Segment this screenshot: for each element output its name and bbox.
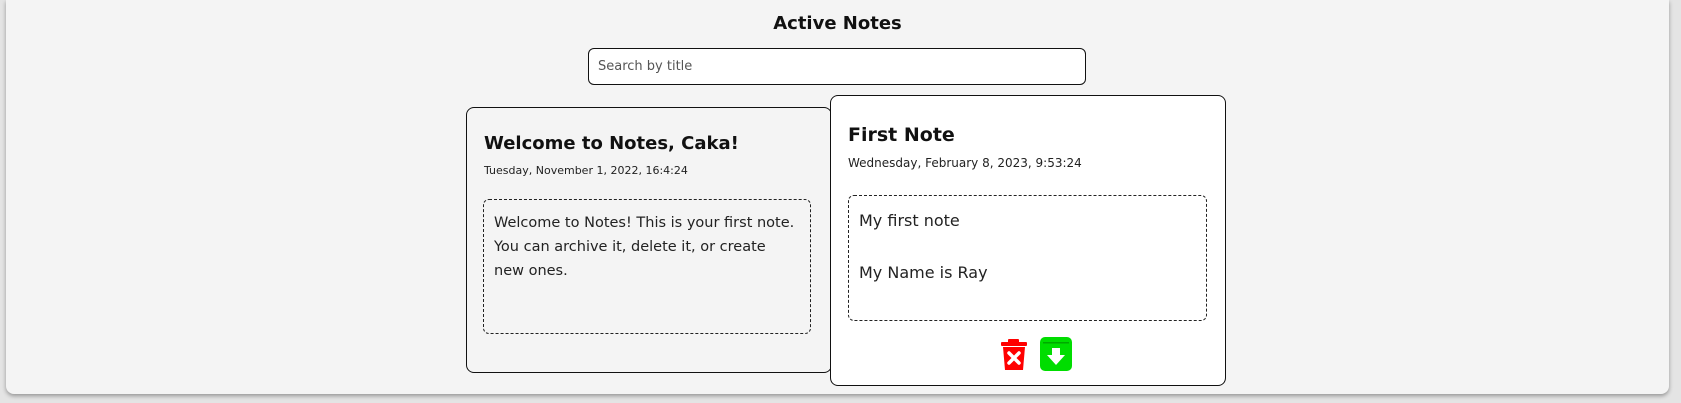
page-title: Active Notes	[773, 13, 902, 34]
note-body-line	[859, 234, 1196, 260]
app-container: Active Notes Welcome to Notes, Caka! Tue…	[6, 0, 1669, 394]
note-title: First Note	[848, 124, 955, 146]
archive-download-icon	[1040, 337, 1072, 371]
delete-button[interactable]	[996, 336, 1032, 372]
note-body: My first note My Name is Ray	[848, 195, 1207, 321]
note-body-line: My first note	[859, 211, 960, 230]
note-card[interactable]: Welcome to Notes, Caka! Tuesday, Novembe…	[466, 107, 832, 373]
note-body: Welcome to Notes! This is your first not…	[483, 199, 811, 334]
archive-button[interactable]	[1038, 336, 1074, 372]
search-input[interactable]	[588, 48, 1086, 85]
note-date: Wednesday, February 8, 2023, 9:53:24	[848, 156, 1082, 170]
note-title: Welcome to Notes, Caka!	[484, 133, 739, 154]
note-actions	[831, 336, 1225, 372]
trash-delete-icon	[1001, 339, 1027, 370]
note-date: Tuesday, November 1, 2022, 16:4:24	[484, 164, 688, 177]
note-card-selected[interactable]: First Note Wednesday, February 8, 2023, …	[830, 95, 1226, 386]
note-body-line: My Name is Ray	[859, 263, 988, 282]
